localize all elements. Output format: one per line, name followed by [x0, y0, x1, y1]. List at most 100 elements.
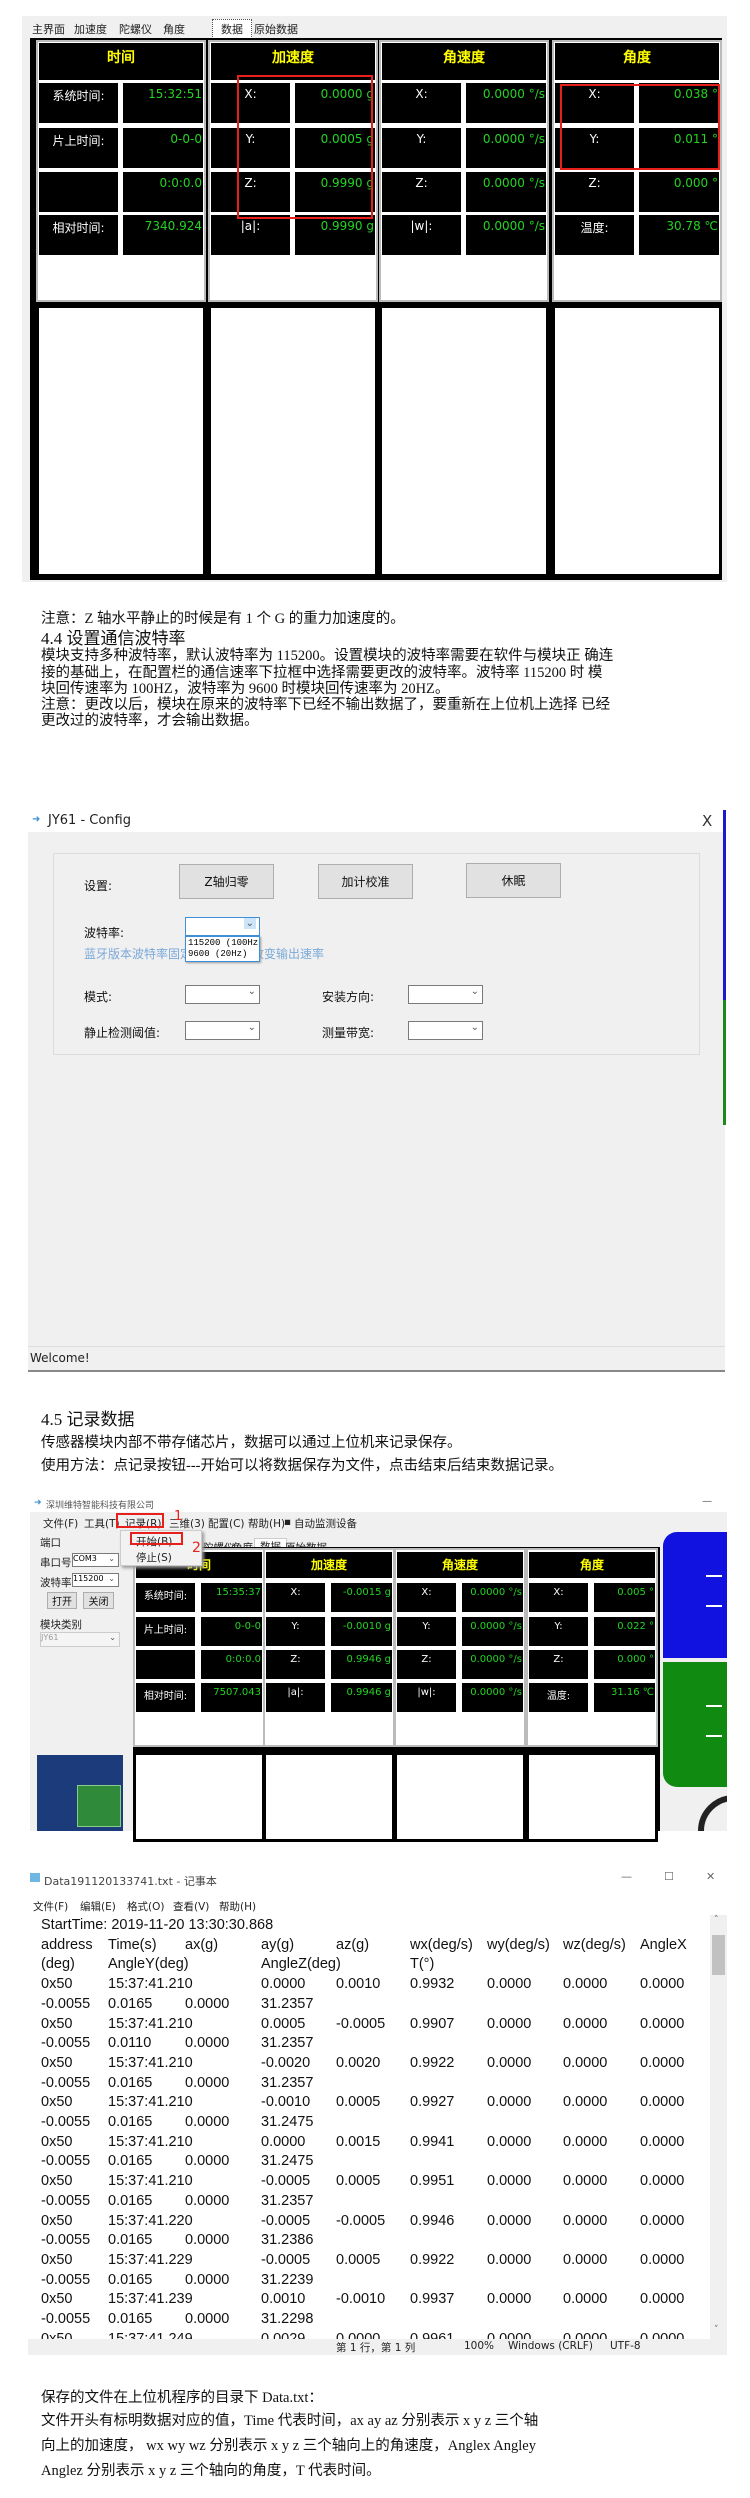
menu-file[interactable]: 文件(F): [33, 1899, 68, 1914]
z-axis-zero-button[interactable]: Z轴归零: [179, 864, 274, 899]
menu-edit[interactable]: 编辑(E): [80, 1899, 116, 1914]
text-cell: 0.0000: [563, 2094, 608, 2111]
scroll-down-icon[interactable]: ˅: [714, 2325, 719, 2335]
baud-option[interactable]: 115200 (100Hz): [188, 938, 259, 949]
minimize-icon[interactable]: —: [621, 1870, 632, 1883]
accel-calibrate-button[interactable]: 加计校准: [318, 864, 413, 899]
chevron-down-icon: ⌄: [109, 1633, 116, 1642]
field-label: Z:: [266, 1650, 325, 1679]
mode-label: 模式:: [84, 990, 113, 1004]
text-cell: 0x50: [41, 2330, 73, 2339]
text-cell: 0.0000: [563, 2173, 608, 2190]
empty-chart-cell: [133, 1752, 265, 1842]
text-cell: 0.0000: [261, 1976, 306, 1993]
text-cell: wx(deg/s): [410, 1936, 473, 1953]
scrollbar-thumb[interactable]: [712, 1935, 725, 1975]
tab-angle[interactable]: 角度: [163, 21, 185, 37]
text-cell: 0.0000: [487, 2330, 532, 2339]
install-direction-select[interactable]: ⌄: [408, 985, 483, 1004]
section-4-5-heading: 4.5 记录数据: [41, 1410, 135, 1429]
text-cell: AngleZ(deg): [261, 1956, 341, 1973]
baud-select[interactable]: 115200 ⌄: [72, 1573, 119, 1587]
baud-select[interactable]: ⌄: [185, 917, 260, 936]
tab-main[interactable]: 主界面: [32, 21, 65, 37]
paragraph-line: 使用方法：点记录按钮---开始可以将数据保存为文件，点击结束后结束数据记录。: [41, 1458, 563, 1474]
text-cell: 0.0000: [487, 1976, 532, 1993]
tab-accel[interactable]: 加速度: [74, 21, 107, 37]
tab-raw[interactable]: 原始数据: [254, 21, 298, 37]
text-cell: 0.0000: [640, 2094, 685, 2111]
field-label: |a|:: [266, 1683, 325, 1712]
baud-label: 波特率:: [40, 1577, 76, 1589]
text-cell: 0x50: [41, 2251, 73, 2268]
text-cell: -0.0010: [336, 2291, 386, 2308]
column-header: 角速度: [382, 43, 546, 80]
text-cell: 0.0015: [336, 2133, 381, 2150]
field-label: Z:: [382, 172, 461, 212]
port-select[interactable]: COM3 ⌄: [72, 1553, 119, 1567]
menu-file[interactable]: 文件(F): [43, 1516, 78, 1531]
text-cell: (deg): [41, 1956, 75, 1973]
field-label: 相对时间:: [136, 1683, 195, 1712]
baud-option[interactable]: 9600 (20Hz): [188, 949, 257, 960]
paragraph-line: 向上的加速度， wx wy wz 分别表示 x y z 三个轴向上的角速度，An…: [41, 2438, 536, 2454]
tab-data[interactable]: 数据: [212, 19, 252, 39]
module-select[interactable]: JY61 ⌄: [40, 1632, 120, 1647]
paragraph-line: Anglez 分别表示 x y z 三个轴向的角度，T 代表时间。: [41, 2463, 381, 2479]
maximize-icon[interactable]: ☐: [664, 1870, 674, 1883]
field-value: 0.0000 °/s: [466, 128, 546, 168]
text-line: -0.0055 0.0165 0.0000 31.2357: [28, 1996, 710, 2015]
notepad-text-area[interactable]: StartTime: 2019-11-20 13:30:30.868 addres…: [28, 1915, 710, 2339]
static-threshold-select[interactable]: ⌄: [185, 1021, 260, 1040]
tab-gyro[interactable]: 陀螺仪: [119, 21, 152, 37]
menu-format[interactable]: 格式(O): [127, 1899, 164, 1914]
close-port-button[interactable]: 关闭: [83, 1592, 114, 1609]
menu-tools[interactable]: 工具(T): [84, 1516, 120, 1531]
mode-select[interactable]: ⌄: [185, 985, 260, 1004]
menu-config[interactable]: 配置(C): [208, 1516, 245, 1531]
menu-auto-detect[interactable]: 自动监测设备: [294, 1516, 357, 1531]
sleep-button[interactable]: 休眠: [466, 863, 561, 898]
menu-view[interactable]: 查看(V): [173, 1899, 209, 1914]
text-cell: -0.0005: [261, 2251, 311, 2268]
text-cell: 0.0000: [487, 2054, 532, 2071]
menu-help[interactable]: 帮助(H): [248, 1516, 285, 1531]
paragraph-line: 传感器模块内部不带存储芯片，数据可以通过上位机来记录保存。: [41, 1435, 462, 1451]
close-icon[interactable]: X: [702, 812, 712, 830]
text-cell: 0.0000: [185, 2192, 230, 2209]
field-label: Z:: [555, 172, 634, 212]
app-title: 深圳维特智能科技有限公司: [46, 1501, 155, 1511]
text-cell: 0.0000: [185, 2035, 230, 2052]
text-cell: 0x50: [41, 1976, 73, 1993]
text-line: -0.0055 0.0165 0.0000 31.2386: [28, 2232, 710, 2251]
text-line: 0x50 15:37:41.210 0.0000 0.0010 0.9932 0.0000…: [28, 1976, 710, 1995]
field-label: |w|:: [397, 1683, 456, 1712]
text-cell: -0.0055: [41, 1995, 91, 2012]
bandwidth-select[interactable]: ⌄: [408, 1021, 483, 1040]
text-cell: 0.0000: [640, 2133, 685, 2150]
open-port-button[interactable]: 打开: [47, 1592, 77, 1609]
scroll-up-icon[interactable]: ˄: [714, 1915, 719, 1925]
vertical-scrollbar[interactable]: ˄ ˅: [710, 1915, 727, 2339]
text-cell: 0.0010: [336, 1976, 381, 1993]
bandwidth-label: 测量带宽:: [322, 1026, 375, 1040]
text-cell: 0.0000: [185, 2074, 230, 2091]
field-label: 系统时间:: [39, 83, 118, 123]
menu-item-stop[interactable]: 停止(S): [136, 1550, 172, 1565]
minimize-button[interactable]: —: [702, 1496, 712, 1507]
install-direction-label: 安装方向:: [322, 990, 375, 1004]
field-value: 0.9946 g: [331, 1650, 392, 1679]
dialog-title: JY61 - Config: [48, 813, 131, 828]
field-label: Y:: [397, 1617, 456, 1646]
baud-dropdown-list: 115200 (100Hz) 9600 (20Hz): [185, 936, 260, 962]
close-icon[interactable]: ✕: [706, 1870, 715, 1883]
field-value: 0.0000 °/s: [462, 1683, 523, 1712]
text-cell: 15:37:41.210: [108, 2015, 193, 2032]
paragraph-line: 文件开头有标明数据对应的值，Time 代表时间，ax ay az 分别表示 x …: [41, 2413, 539, 2429]
text-cell: -0.0055: [41, 2192, 91, 2209]
menu-help[interactable]: 帮助(H): [219, 1899, 256, 1914]
chevron-down-icon: ⌄: [108, 1554, 115, 1563]
field-label: 相对时间:: [39, 215, 118, 255]
empty-chart-cell: [394, 1752, 526, 1842]
text-cell: 31.2357: [261, 2074, 314, 2091]
